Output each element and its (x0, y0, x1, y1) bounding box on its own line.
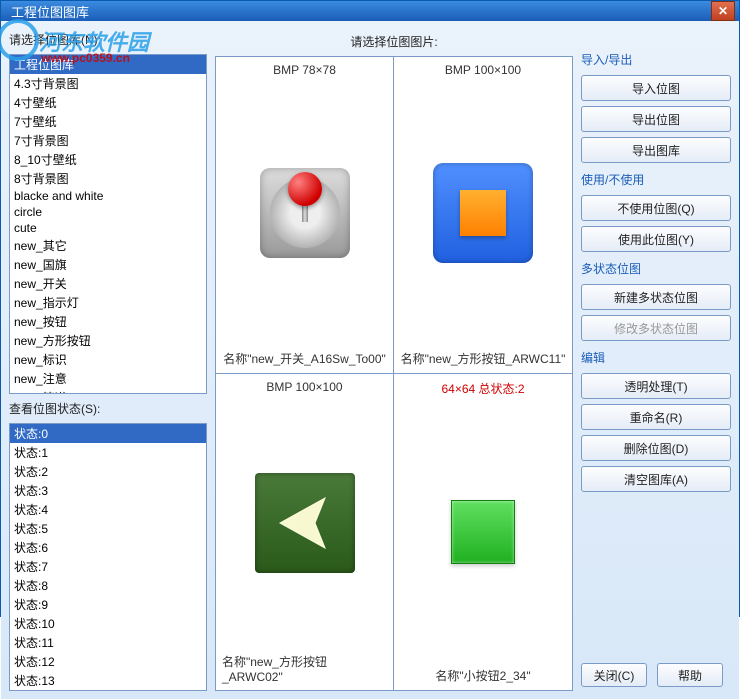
import-bitmap-button[interactable]: 导入位图 (581, 75, 731, 101)
small-button-icon (451, 500, 515, 564)
group-title-edit: 编辑 (581, 347, 731, 368)
group-title-use: 使用/不使用 (581, 169, 731, 190)
library-listbox[interactable]: 工程位图库4.3寸背景图4寸壁纸7寸壁纸7寸背景图8_10寸壁纸8寸背景图bla… (9, 54, 207, 394)
library-item[interactable]: 4寸壁纸 (10, 93, 206, 112)
state-item[interactable]: 状态:9 (10, 595, 206, 614)
right-column: 导入/导出 导入位图 导出位图 导出图库 使用/不使用 不使用位图(Q) 使用此… (581, 29, 731, 691)
preview-thumbnail (260, 77, 350, 350)
state-item[interactable]: 状态:1 (10, 443, 206, 462)
group-use: 使用/不使用 不使用位图(Q) 使用此位图(Y) (581, 169, 731, 252)
preview-label: 请选择位图图片: (215, 29, 573, 56)
library-item[interactable]: circle (10, 204, 206, 220)
export-library-button[interactable]: 导出图库 (581, 137, 731, 163)
library-item[interactable]: new_国旗 (10, 255, 206, 274)
state-item[interactable]: 状态:3 (10, 481, 206, 500)
preview-cell[interactable]: BMP 100×100 名称"new_方形按钮_ARWC11" (394, 57, 572, 374)
group-import-export: 导入/导出 导入位图 导出位图 导出图库 (581, 49, 731, 163)
square-button-icon (433, 163, 533, 263)
group-title-multi: 多状态位图 (581, 258, 731, 279)
state-item[interactable]: 状态:2 (10, 462, 206, 481)
state-item[interactable]: 状态:6 (10, 538, 206, 557)
library-item[interactable]: 7寸壁纸 (10, 112, 206, 131)
not-use-bitmap-button[interactable]: 不使用位图(Q) (581, 195, 731, 221)
library-item[interactable]: blacke and white (10, 188, 206, 204)
preview-cell-header: BMP 78×78 (273, 63, 336, 77)
library-item[interactable]: 工程位图库 (10, 55, 206, 74)
window-title: 工程位图图库 (5, 2, 711, 21)
state-label: 查看位图状态(S): (9, 398, 207, 419)
state-item[interactable]: 状态:7 (10, 557, 206, 576)
library-item[interactable]: new_按钮 (10, 312, 206, 331)
state-item[interactable]: 状态:8 (10, 576, 206, 595)
library-item[interactable]: new_标识 (10, 350, 206, 369)
export-bitmap-button[interactable]: 导出位图 (581, 106, 731, 132)
state-item[interactable]: 状态:4 (10, 500, 206, 519)
clear-library-button[interactable]: 清空图库(A) (581, 466, 731, 492)
preview-cell-header: 64×64 总状态:2 (441, 380, 524, 397)
bottom-buttons: 关闭(C) 帮助 (581, 663, 723, 687)
preview-cell-header: BMP 100×100 (445, 63, 521, 77)
close-button[interactable]: 关闭(C) (581, 663, 647, 687)
transparent-button[interactable]: 透明处理(T) (581, 373, 731, 399)
preview-cell[interactable]: BMP 100×100 名称"new_方形按钮_ARWC02" (216, 374, 394, 691)
middle-column: 请选择位图图片: BMP 78×78名称"new_开关_A16Sw_To00"B… (215, 29, 573, 691)
group-multistate: 多状态位图 新建多状态位图 修改多状态位图 (581, 258, 731, 341)
preview-cell[interactable]: BMP 78×78 名称"new_开关_A16Sw_To00" (216, 57, 394, 374)
library-item[interactable]: new_开关 (10, 274, 206, 293)
library-item[interactable]: 8寸背景图 (10, 169, 206, 188)
arrow-left-icon (255, 473, 355, 573)
library-item[interactable]: 4.3寸背景图 (10, 74, 206, 93)
preview-cell-caption: 名称"new_方形按钮_ARWC11" (401, 350, 566, 367)
library-item[interactable]: 7寸背景图 (10, 131, 206, 150)
dialog-window: 工程位图图库 ✕ 河东软件园 www.pc0359.cn 请选择位图库(N): … (0, 0, 740, 617)
titlebar: 工程位图图库 ✕ (1, 1, 739, 21)
preview-cell-caption: 名称"小按钮2_34" (435, 667, 530, 684)
library-item[interactable]: new_注意 (10, 369, 206, 388)
state-listbox[interactable]: 状态:0状态:1状态:2状态:3状态:4状态:5状态:6状态:7状态:8状态:9… (9, 423, 207, 691)
delete-bitmap-button[interactable]: 删除位图(D) (581, 435, 731, 461)
preview-cell[interactable]: 64×64 总状态:2 名称"小按钮2_34" (394, 374, 572, 691)
preview-thumbnail (433, 77, 533, 350)
state-item[interactable]: 状态:11 (10, 633, 206, 652)
library-label: 请选择位图库(N): (9, 29, 207, 50)
preview-cell-caption: 名称"new_方形按钮_ARWC02" (222, 653, 387, 684)
close-icon[interactable]: ✕ (711, 1, 735, 21)
library-item[interactable]: new_方形按钮 (10, 331, 206, 350)
group-edit: 编辑 透明处理(T) 重命名(R) 删除位图(D) 清空图库(A) (581, 347, 731, 492)
left-column: 请选择位图库(N): 工程位图库4.3寸背景图4寸壁纸7寸壁纸7寸背景图8_10… (9, 29, 207, 691)
new-multistate-button[interactable]: 新建多状态位图 (581, 284, 731, 310)
library-item[interactable]: new_管道 (10, 388, 206, 394)
state-item[interactable]: 状态:0 (10, 424, 206, 443)
preview-thumbnail (255, 394, 355, 654)
dialog-body: 河东软件园 www.pc0359.cn 请选择位图库(N): 工程位图库4.3寸… (1, 21, 739, 699)
state-item[interactable]: 状态:5 (10, 519, 206, 538)
joystick-icon (260, 168, 350, 258)
library-item[interactable]: new_其它 (10, 236, 206, 255)
group-title-io: 导入/导出 (581, 49, 731, 70)
preview-cell-caption: 名称"new_开关_A16Sw_To00" (223, 350, 386, 367)
preview-cell-header: BMP 100×100 (266, 380, 342, 394)
library-item[interactable]: cute (10, 220, 206, 236)
edit-multistate-button: 修改多状态位图 (581, 315, 731, 341)
use-this-bitmap-button[interactable]: 使用此位图(Y) (581, 226, 731, 252)
rename-button[interactable]: 重命名(R) (581, 404, 731, 430)
preview-grid: BMP 78×78 名称"new_开关_A16Sw_To00" BMP 100×10… (215, 56, 573, 691)
help-button[interactable]: 帮助 (657, 663, 723, 687)
library-item[interactable]: 8_10寸壁纸 (10, 150, 206, 169)
state-item[interactable]: 状态:13 (10, 671, 206, 690)
state-item[interactable]: 状态:12 (10, 652, 206, 671)
library-item[interactable]: new_指示灯 (10, 293, 206, 312)
preview-thumbnail (451, 397, 515, 668)
